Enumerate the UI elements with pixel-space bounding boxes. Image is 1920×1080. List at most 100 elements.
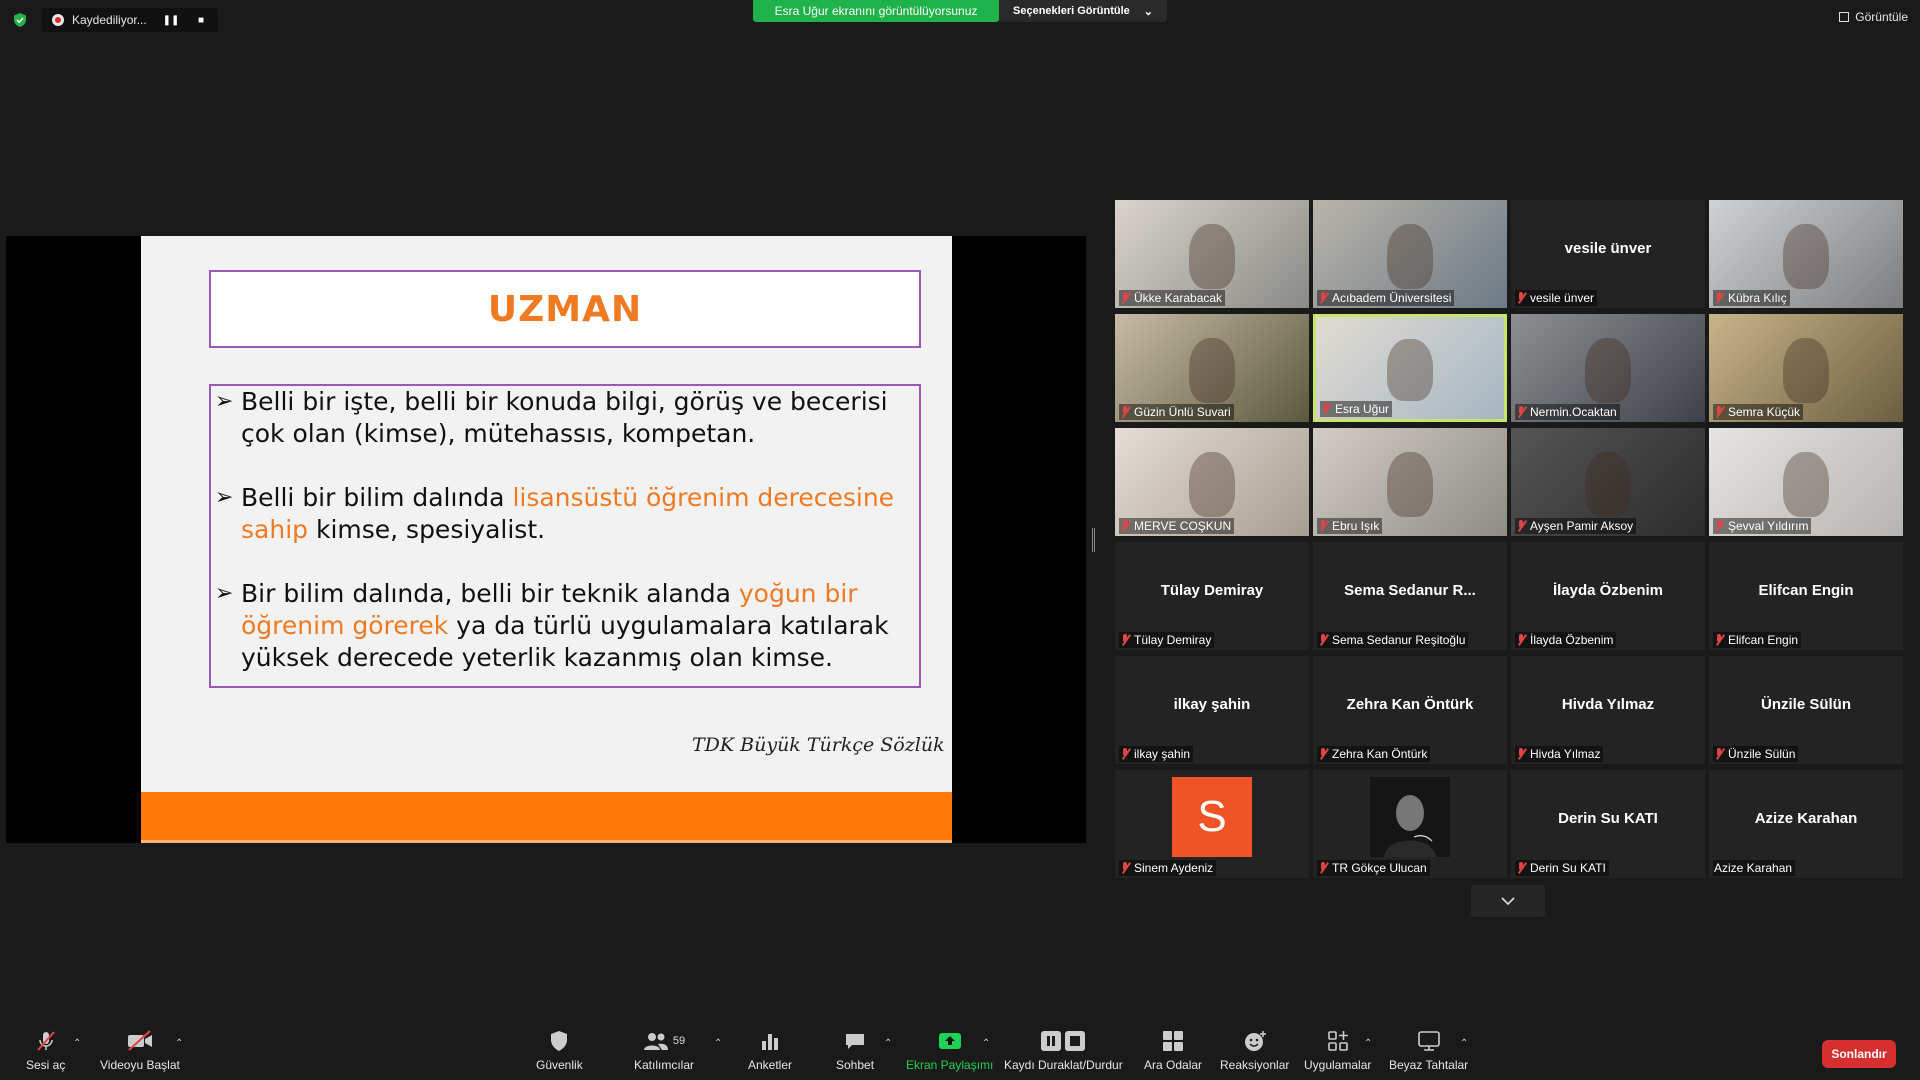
participant-tile[interactable]: Kübra Kılıç [1709, 200, 1903, 308]
pause-stop-recording-button[interactable]: Kaydı Duraklat/Durdur [1004, 1028, 1123, 1072]
participant-name-row: Tülay Demiray [1119, 632, 1215, 648]
whiteboards-button[interactable]: Beyaz Tahtalar [1389, 1028, 1468, 1072]
participant-tile[interactable]: Ükke Karabacak [1115, 200, 1309, 308]
participant-tile[interactable]: Sema Sedanur R... Sema Sedanur Reşitoğlu [1313, 542, 1507, 650]
chat-bubble-icon [846, 1034, 865, 1049]
security-shield-icon [551, 1031, 568, 1051]
unmute-button[interactable]: Sesi aç [26, 1028, 65, 1072]
video-options-caret-icon[interactable]: ⌃ [175, 1038, 183, 1049]
security-button[interactable]: Güvenlik [536, 1028, 583, 1072]
slide-footer-line [141, 840, 952, 843]
mic-muted-icon [1714, 292, 1724, 304]
polls-chart-icon [762, 1034, 779, 1050]
participant-tile[interactable]: Tülay Demiray Tülay Demiray [1115, 542, 1309, 650]
participant-name: Azize Karahan [1714, 861, 1793, 875]
participant-tile[interactable]: ilkay şahin ilkay şahin [1115, 656, 1309, 764]
participants-button[interactable]: 59 Katılımcılar [634, 1028, 694, 1072]
mic-muted-icon [1318, 634, 1328, 646]
participant-name: Sema Sedanur Reşitoğlu [1332, 633, 1466, 647]
mic-muted-icon [1516, 520, 1526, 532]
breakout-rooms-button[interactable]: Ara Odalar [1144, 1028, 1202, 1072]
view-button[interactable]: Görüntüle [1839, 10, 1908, 24]
split-resize-handle[interactable] [1092, 528, 1095, 552]
participant-name: Sinem Aydeniz [1134, 861, 1214, 875]
participant-name-row: Semra Küçük [1713, 404, 1804, 420]
pause-stop-recording-label: Kaydı Duraklat/Durdur [1004, 1058, 1123, 1072]
participant-display-name: Derin Su KATI [1558, 810, 1658, 827]
bullet-2-text: Belli bir bilim dalında lisansüstü öğren… [241, 483, 895, 544]
participant-name-row: Güzin Ünlü Suvari [1119, 404, 1234, 420]
whiteboards-caret-icon[interactable]: ⌃ [1460, 1038, 1468, 1049]
participant-display-name: Elifcan Engin [1758, 582, 1854, 599]
participant-tile[interactable]: Acıbadem Üniversitesi [1313, 200, 1507, 308]
participant-tile[interactable]: Derin Su KATI Derin Su KATI [1511, 770, 1705, 878]
participant-name-row: Kübra Kılıç [1713, 290, 1790, 306]
security-shield-icon[interactable] [12, 12, 28, 28]
chat-caret-icon[interactable]: ⌃ [884, 1038, 892, 1049]
participant-name-row: Azize Karahan [1713, 860, 1796, 876]
participant-name: Ünzile Sülün [1728, 747, 1796, 761]
participant-tile[interactable]: Zehra Kan Öntürk Zehra Kan Öntürk [1313, 656, 1507, 764]
share-screen-button[interactable]: Ekran Paylaşımı [906, 1028, 993, 1072]
participant-name-row: MERVE COŞKUN [1119, 518, 1235, 534]
participant-tile[interactable]: vesile ünver vesile ünver [1511, 200, 1705, 308]
participant-tile[interactable]: Azize Karahan Azize Karahan [1709, 770, 1903, 878]
start-video-label: Videoyu Başlat [100, 1058, 180, 1072]
mic-muted-icon [1714, 748, 1724, 760]
participant-tile[interactable]: Semra Küçük [1709, 314, 1903, 422]
participant-name: vesile ünver [1530, 291, 1595, 305]
end-meeting-button[interactable]: Sonlandır [1822, 1040, 1896, 1068]
participant-tile[interactable]: Ayşen Pamir Aksoy [1511, 428, 1705, 536]
screen-share-banner: Esra Uğur ekranını görüntülüyorsunuz [753, 0, 999, 22]
participant-tile[interactable]: Ünzile Sülün Ünzile Sülün [1709, 656, 1903, 764]
reactions-button[interactable]: Reaksiyonlar [1220, 1028, 1289, 1072]
participant-tile[interactable]: Hivda Yılmaz Hivda Yılmaz [1511, 656, 1705, 764]
apps-button[interactable]: Uygulamalar [1304, 1028, 1371, 1072]
view-options-button[interactable]: Seçenekleri Görüntüle ⌄ [999, 0, 1167, 22]
participant-name-row: Sinem Aydeniz [1119, 860, 1217, 876]
participant-name-row: Acıbadem Üniversitesi [1317, 290, 1455, 306]
mic-muted-icon [1120, 406, 1130, 418]
participant-tile[interactable]: Ebru Işık [1313, 428, 1507, 536]
start-video-button[interactable]: Videoyu Başlat [100, 1028, 180, 1072]
participant-name-row: Ünzile Sülün [1713, 746, 1799, 762]
stop-recording-icon[interactable]: ■ [190, 11, 212, 29]
share-options-caret-icon[interactable]: ⌃ [982, 1038, 990, 1049]
polls-button[interactable]: Anketler [748, 1028, 792, 1072]
polls-label: Anketler [748, 1058, 793, 1072]
slide-bullets: ➢ Belli bir işte, belli bir konuda bilgi… [215, 386, 935, 706]
whiteboards-label: Beyaz Tahtalar [1389, 1058, 1469, 1072]
participant-tile[interactable]: Şevval Yıldırım [1709, 428, 1903, 536]
mic-muted-icon [1516, 292, 1526, 304]
mic-muted-icon [1120, 292, 1130, 304]
mic-muted-icon [1321, 403, 1331, 415]
bullet-2: ➢ Belli bir bilim dalında lisansüstü öğr… [215, 482, 935, 546]
participant-name-row: Derin Su KATI [1515, 860, 1609, 876]
share-screen-label: Ekran Paylaşımı [906, 1058, 994, 1072]
gallery-next-page-button[interactable] [1471, 885, 1545, 917]
arrow-bullet-icon: ➢ [215, 485, 234, 510]
participant-tile[interactable]: Güzin Ünlü Suvari [1115, 314, 1309, 422]
pause-recording-icon[interactable]: ❚❚ [160, 11, 182, 29]
participant-tile[interactable]: TR Gökçe Ulucan [1313, 770, 1507, 878]
mic-muted-icon [1516, 634, 1526, 646]
bullet-1: ➢ Belli bir işte, belli bir konuda bilgi… [215, 386, 935, 450]
mic-muted-icon [1318, 292, 1328, 304]
participant-tile[interactable]: Esra Uğur [1313, 314, 1507, 422]
participants-count: 59 [672, 1035, 686, 1047]
audio-options-caret-icon[interactable]: ⌃ [73, 1038, 81, 1049]
chat-button[interactable]: Sohbet [836, 1028, 874, 1072]
participant-tile[interactable]: Elifcan Engin Elifcan Engin [1709, 542, 1903, 650]
mic-muted-icon [1516, 862, 1526, 874]
shared-screen: UZMAN ➢ Belli bir işte, belli bir konuda… [6, 236, 1086, 843]
participants-caret-icon[interactable]: ⌃ [714, 1038, 722, 1049]
participant-tile[interactable]: İlayda Özbenim İlayda Özbenim [1511, 542, 1705, 650]
participant-tile[interactable]: Nermin.Ocaktan [1511, 314, 1705, 422]
participant-tile[interactable]: MERVE COŞKUN [1115, 428, 1309, 536]
apps-caret-icon[interactable]: ⌃ [1364, 1038, 1372, 1049]
participants-label: Katılımcılar [634, 1058, 695, 1072]
participant-display-name: Ünzile Sülün [1761, 696, 1851, 713]
participant-tile[interactable]: S Sinem Aydeniz [1115, 770, 1309, 878]
participant-name: MERVE COŞKUN [1134, 519, 1232, 533]
mic-muted-icon [1714, 520, 1724, 532]
